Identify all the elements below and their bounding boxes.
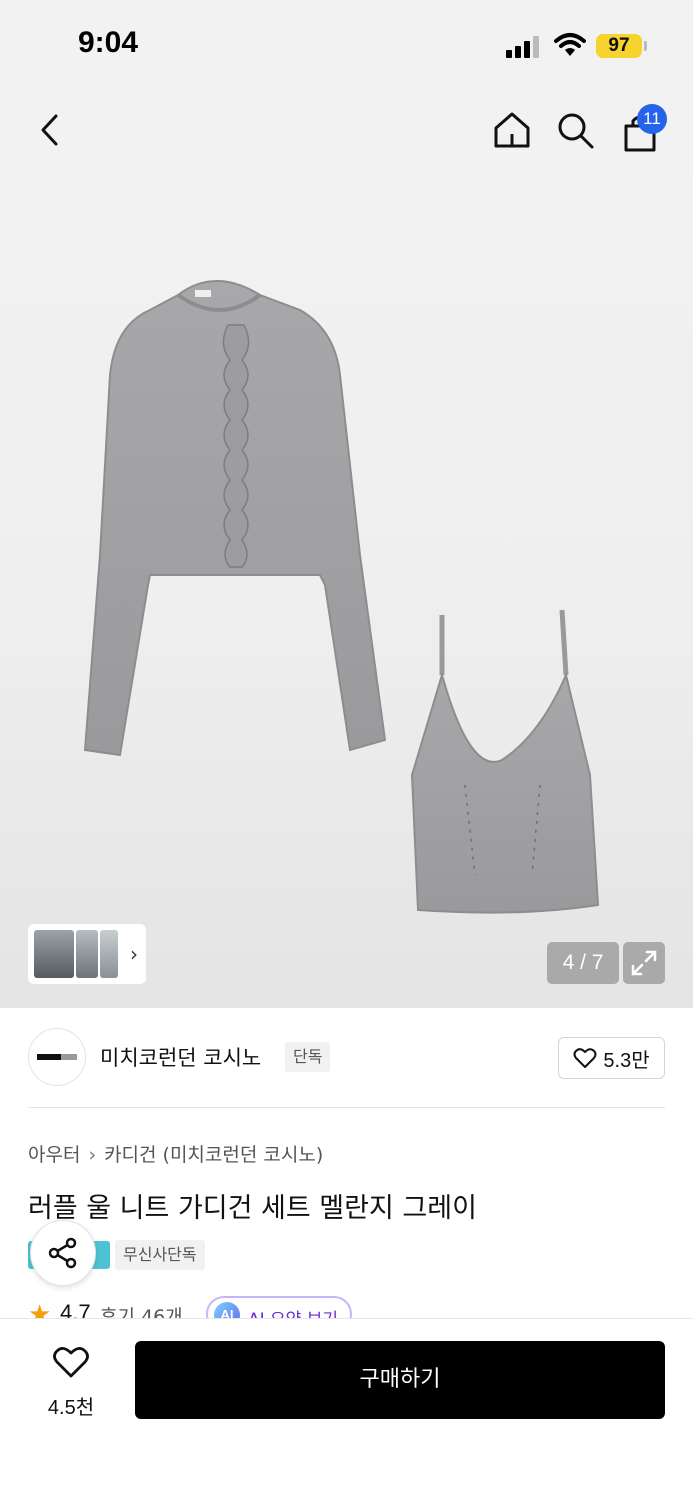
- back-button[interactable]: [26, 106, 74, 154]
- breadcrumb-separator-icon: ›: [88, 1144, 97, 1166]
- battery-indicator: 97: [596, 34, 642, 58]
- musinsa-exclusive-badge: 무신사단독: [115, 1240, 205, 1270]
- battery-nub: [644, 41, 647, 51]
- expand-button[interactable]: [623, 942, 665, 984]
- thumbnail-strip[interactable]: ›: [28, 924, 146, 984]
- chevron-left-icon: [41, 114, 58, 146]
- wifi-icon: [554, 33, 586, 56]
- camisole-illustration: [410, 609, 600, 914]
- brand-like-button[interactable]: 5.3만: [558, 1037, 665, 1079]
- gallery-counter: 4 / 7: [547, 942, 619, 984]
- product-image: [83, 280, 600, 914]
- cart-count-badge: 11: [637, 104, 667, 134]
- expand-icon: [631, 950, 657, 976]
- wishlist-button[interactable]: 4.5천: [28, 1341, 114, 1421]
- cardigan-illustration: [83, 280, 387, 757]
- home-button[interactable]: [488, 106, 536, 154]
- thumbnail-2[interactable]: [76, 930, 98, 978]
- buy-button[interactable]: 구매하기: [135, 1341, 665, 1419]
- brand-like-count: 5.3만: [603, 1049, 650, 1072]
- breadcrumb-item[interactable]: 카디건 (미치코런던 코시노): [104, 1144, 323, 1166]
- share-icon: [48, 1237, 77, 1269]
- rating-clip: ★ 4.7 후기 46개 AI AI 요약 보기: [28, 1296, 688, 1318]
- product-title: 러플 울 니트 가디건 세트 멜란지 그레이: [28, 1193, 477, 1224]
- rating-score: 4.7: [60, 1300, 91, 1318]
- heart-icon: [53, 1347, 89, 1378]
- chevron-right-icon: ›: [130, 942, 138, 966]
- thumbnail-3[interactable]: [100, 930, 118, 978]
- divider: [28, 1107, 665, 1108]
- search-button[interactable]: [551, 106, 599, 154]
- star-icon: ★: [28, 1300, 52, 1318]
- wishlist-count: 4.5천: [47, 1397, 95, 1419]
- ai-badge-icon: AI: [214, 1302, 240, 1318]
- brand-exclusive-tag: 단독: [285, 1042, 331, 1072]
- ai-summary-label: AI 요약 보기: [248, 1305, 338, 1318]
- ai-summary-button[interactable]: AI AI 요약 보기: [206, 1296, 352, 1318]
- breadcrumb: 아우터 › 카디건 (미치코런던 코시노): [28, 1140, 323, 1167]
- thumbnail-1[interactable]: [34, 930, 74, 978]
- search-icon: [558, 113, 594, 149]
- brand-name[interactable]: 미치코런던 코시노: [100, 1042, 261, 1072]
- signal-icon: [506, 36, 542, 58]
- product-page: 9:04 97 11 › 4 / 7 미치코런던 코시노 단독 5.3만 아우터…: [0, 0, 693, 1500]
- home-icon: [494, 112, 530, 148]
- review-count[interactable]: 후기 46개: [100, 1302, 183, 1318]
- status-bar: 9:04 97: [0, 0, 693, 90]
- status-time: 9:04: [78, 26, 139, 59]
- share-button[interactable]: [30, 1220, 96, 1286]
- brand-logo[interactable]: [28, 1028, 86, 1086]
- bottom-action-bar: 4.5천 구매하기: [0, 1318, 693, 1500]
- breadcrumb-item[interactable]: 아우터: [28, 1144, 80, 1166]
- heart-icon: [573, 1048, 597, 1068]
